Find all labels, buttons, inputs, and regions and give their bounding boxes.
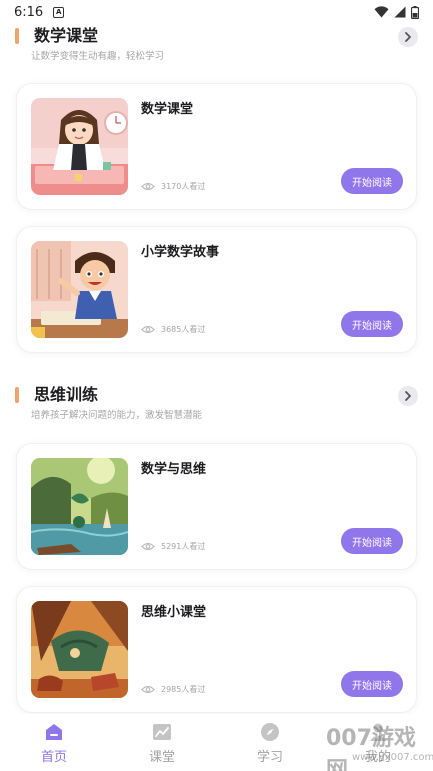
notification-icon: A (53, 6, 65, 18)
course-thumbnail (31, 241, 128, 338)
status-bar: 6:16 A (0, 0, 433, 24)
section-header-thinking: 思维训练 培养孩子解决问题的能力，激发智慧潜能 (0, 385, 433, 425)
chevron-right-icon (405, 391, 411, 401)
section-header-math: 数学课堂 让数学变得生动有趣，轻松学习 (0, 26, 433, 66)
section-title: 数学课堂 (34, 26, 99, 45)
eye-icon (141, 542, 155, 551)
section-marker (15, 28, 19, 44)
tab-study[interactable]: 学习 (240, 722, 300, 765)
eye-icon (141, 182, 155, 191)
section-more-button[interactable] (398, 27, 418, 47)
tab-label: 学习 (256, 750, 283, 765)
signal-icon (394, 6, 406, 18)
course-card[interactable]: 数学与思维 5291人看过 开始阅读 (16, 443, 417, 570)
section-subtitle: 培养孩子解决问题的能力，激发智慧潜能 (31, 410, 203, 421)
view-count-text: 3685人看过 (161, 325, 206, 334)
section-subtitle: 让数学变得生动有趣，轻松学习 (31, 51, 165, 62)
tab-label: 课堂 (148, 750, 175, 765)
course-thumbnail (31, 601, 128, 698)
chart-icon (153, 724, 171, 740)
course-title: 小学数学故事 (141, 245, 220, 260)
section-title: 思维训练 (34, 385, 99, 404)
compass-icon (261, 723, 279, 741)
tab-classroom[interactable]: 课堂 (132, 722, 192, 765)
course-card[interactable]: 数学课堂 3170人看过 开始阅读 (16, 83, 417, 210)
bottom-tab-bar: 首页 课堂 学习 我的 007游戏网 www.yx007.com (0, 714, 433, 771)
status-icons (374, 5, 419, 19)
course-card[interactable]: 思维小课堂 2985人看过 开始阅读 (16, 586, 417, 713)
status-time: 6:16 (14, 4, 44, 20)
home-icon (46, 724, 62, 740)
start-reading-button[interactable]: 开始阅读 (341, 311, 403, 337)
view-count: 3685人看过 (141, 324, 205, 335)
section-more-button[interactable] (398, 386, 418, 406)
course-title: 思维小课堂 (141, 605, 207, 620)
tab-label: 首页 (40, 750, 67, 765)
eye-icon (141, 325, 155, 334)
view-count: 5291人看过 (141, 541, 205, 552)
watermark-logo: 007游戏网 (326, 726, 416, 771)
course-title: 数学课堂 (141, 102, 194, 117)
view-count: 2985人看过 (141, 684, 205, 695)
view-count-text: 5291人看过 (161, 542, 206, 551)
start-reading-button[interactable]: 开始阅读 (341, 168, 403, 194)
wifi-icon (374, 6, 389, 18)
start-reading-button[interactable]: 开始阅读 (341, 671, 403, 697)
view-count: 3170人看过 (141, 181, 205, 192)
watermark-url: www.yx007.com (352, 752, 433, 763)
view-count-text: 3170人看过 (161, 182, 206, 191)
tab-home[interactable]: 首页 (24, 722, 84, 765)
view-count-text: 2985人看过 (161, 685, 206, 694)
course-thumbnail (31, 98, 128, 195)
start-reading-button[interactable]: 开始阅读 (341, 528, 403, 554)
chevron-right-icon (405, 32, 411, 42)
eye-icon (141, 685, 155, 694)
course-card[interactable]: 小学数学故事 3685人看过 开始阅读 (16, 226, 417, 353)
section-marker (15, 387, 19, 403)
course-title: 数学与思维 (141, 462, 207, 477)
battery-icon (411, 5, 419, 19)
course-thumbnail (31, 458, 128, 555)
